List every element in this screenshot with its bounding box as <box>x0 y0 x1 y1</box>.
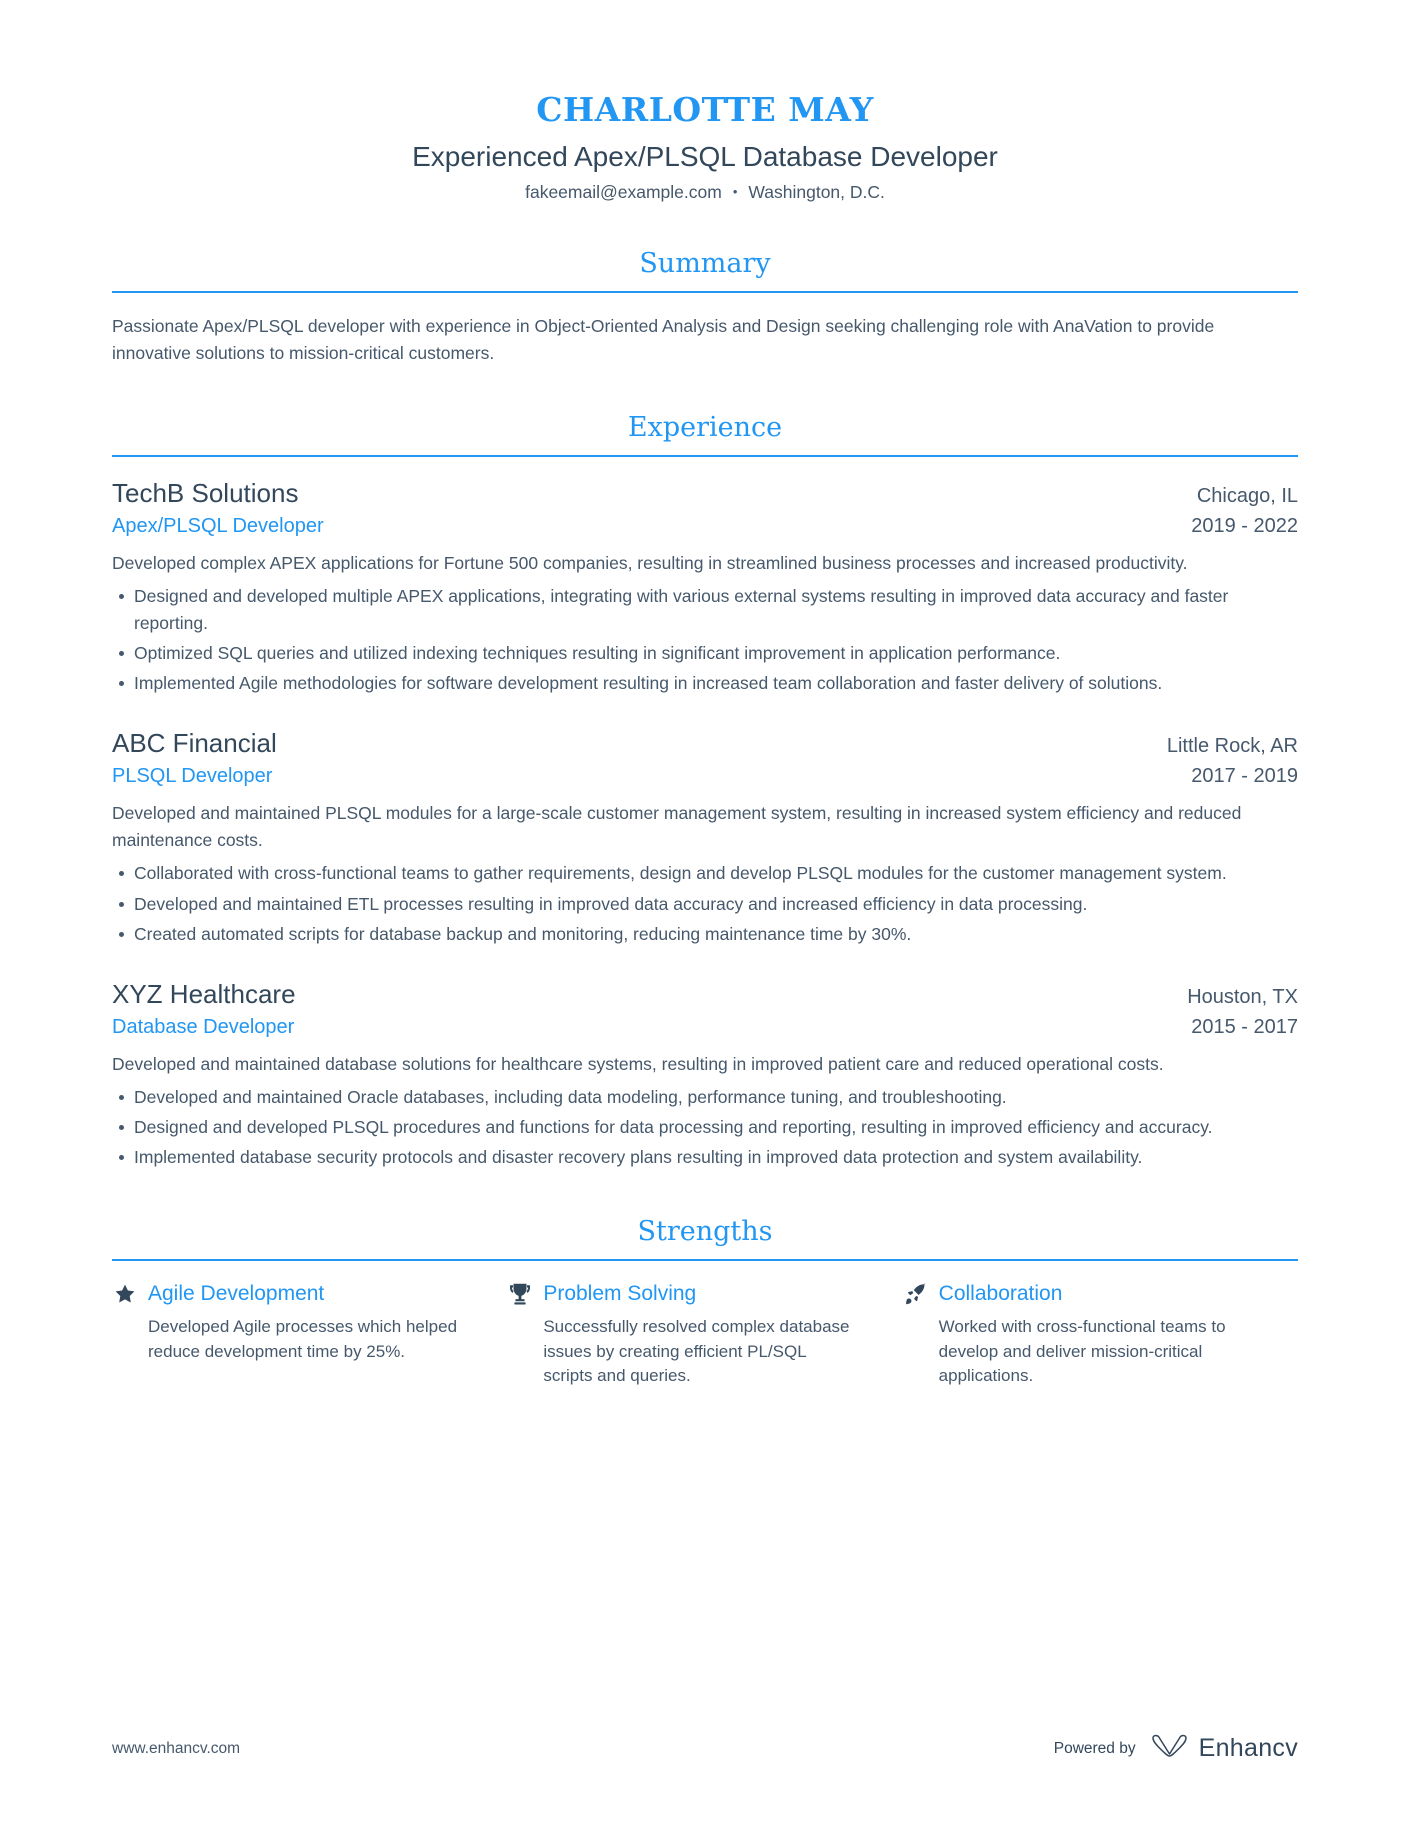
strength-header: Collaboration <box>903 1281 1250 1307</box>
experience-bullet: Implemented Agile methodologies for soft… <box>112 670 1298 697</box>
trophy-icon <box>507 1281 533 1307</box>
star-icon <box>112 1281 138 1307</box>
powered-by-label: Powered by <box>1053 1739 1136 1757</box>
section-title-experience: Experience <box>627 412 783 444</box>
experience-bullet: Implemented database security protocols … <box>112 1144 1298 1171</box>
strength-description: Developed Agile processes which helped r… <box>148 1317 458 1361</box>
experience-company: XYZ Healthcare <box>112 978 296 1009</box>
experience-description: Developed and maintained PLSQL modules f… <box>112 803 1242 851</box>
strength-item: Problem Solving Successfully resolved co… <box>507 1281 902 1389</box>
resume-sheet: CHARLOTTE MAY Experienced Apex/PLSQL Dat… <box>112 0 1298 1826</box>
experience-dates: 2019 - 2022 <box>1191 514 1298 537</box>
experience-bullet: Created automated scripts for database b… <box>112 921 1298 948</box>
experience-dates: 2015 - 2017 <box>1191 1015 1298 1038</box>
contact-email: fakeemail@example.com <box>525 182 722 203</box>
experience-company: ABC Financial <box>112 728 277 759</box>
section-experience: Experience TechB Solutions Chicago, IL A… <box>112 413 1298 1171</box>
experience-bullet: Developed and maintained ETL processes r… <box>112 891 1298 918</box>
contact-line: fakeemail@example.com • Washington, D.C. <box>112 182 1298 203</box>
candidate-name: CHARLOTTE MAY <box>536 90 874 129</box>
strength-header: Problem Solving <box>507 1281 854 1307</box>
experience-description: Developed and maintained database soluti… <box>112 1053 1164 1074</box>
strength-description: Worked with cross-functional teams to de… <box>938 1317 1226 1386</box>
experience-entry: TechB Solutions Chicago, IL Apex/PLSQL D… <box>112 477 1298 697</box>
contact-separator-icon: • <box>732 184 738 200</box>
section-title-strengths: Strengths <box>637 1216 773 1248</box>
enhancv-brand: Enhancv <box>1150 1733 1298 1764</box>
summary-text: Passionate Apex/PLSQL developer with exp… <box>112 315 1215 364</box>
experience-entry-top-row: XYZ Healthcare Houston, TX <box>112 978 1298 1012</box>
experience-entry-second-row: Apex/PLSQL Developer 2019 - 2022 <box>112 513 1298 539</box>
experience-entry-second-row: Database Developer 2015 - 2017 <box>112 1014 1298 1040</box>
experience-entry-top-row: TechB Solutions Chicago, IL <box>112 477 1298 511</box>
experience-bullet: Developed and maintained Oracle database… <box>112 1084 1298 1111</box>
strength-name: Collaboration <box>938 1281 1063 1305</box>
enhancv-logo-icon <box>1150 1733 1190 1764</box>
experience-location: Chicago, IL <box>1196 484 1298 507</box>
contact-location: Washington, D.C. <box>748 182 885 203</box>
experience-bullet: Designed and developed PLSQL procedures … <box>112 1114 1298 1141</box>
resume-page: CHARLOTTE MAY Experienced Apex/PLSQL Dat… <box>0 0 1410 1826</box>
page-footer: www.enhancv.com Powered by Enhancv <box>112 1733 1298 1764</box>
experience-entry-second-row: PLSQL Developer 2017 - 2019 <box>112 763 1298 789</box>
experience-bullet-list: Developed and maintained Oracle database… <box>112 1084 1298 1171</box>
resume-header: CHARLOTTE MAY Experienced Apex/PLSQL Dat… <box>112 0 1298 203</box>
experience-dates: 2017 - 2019 <box>1191 765 1298 788</box>
experience-location: Houston, TX <box>1187 985 1298 1008</box>
enhancv-brand-name: Enhancv <box>1198 1734 1298 1762</box>
section-strengths: Strengths Agile Development Developed Ag… <box>112 1217 1298 1389</box>
experience-description: Developed complex APEX applications for … <box>112 552 1188 573</box>
footer-url[interactable]: www.enhancv.com <box>112 1740 240 1758</box>
experience-entry-top-row: ABC Financial Little Rock, AR <box>112 727 1298 761</box>
strength-description: Successfully resolved complex database i… <box>543 1317 850 1386</box>
strengths-grid: Agile Development Developed Agile proces… <box>112 1281 1298 1389</box>
strength-header: Agile Development <box>112 1281 459 1307</box>
strengths-body: Agile Development Developed Agile proces… <box>112 1261 1298 1389</box>
footer-branding: Powered by Enhancv <box>1054 1733 1298 1764</box>
summary-body: Passionate Apex/PLSQL developer with exp… <box>112 293 1298 367</box>
experience-entry: ABC Financial Little Rock, AR PLSQL Deve… <box>112 727 1298 947</box>
rocket-icon <box>903 1281 929 1307</box>
candidate-headline: Experienced Apex/PLSQL Database Develope… <box>412 141 998 173</box>
experience-location: Little Rock, AR <box>1166 735 1298 758</box>
strength-name: Problem Solving <box>543 1281 697 1305</box>
experience-bullet-list: Designed and developed multiple APEX app… <box>112 583 1298 698</box>
strength-name: Agile Development <box>148 1281 325 1305</box>
experience-body: TechB Solutions Chicago, IL Apex/PLSQL D… <box>112 457 1298 1171</box>
experience-job-title: Apex/PLSQL Developer <box>112 514 324 537</box>
strength-item: Agile Development Developed Agile proces… <box>112 1281 507 1389</box>
experience-job-title: PLSQL Developer <box>112 765 273 788</box>
experience-bullet: Optimized SQL queries and utilized index… <box>112 640 1298 667</box>
experience-entry: XYZ Healthcare Houston, TX Database Deve… <box>112 978 1298 1171</box>
strength-item: Collaboration Worked with cross-function… <box>903 1281 1298 1389</box>
section-title-summary: Summary <box>639 248 771 280</box>
experience-job-title: Database Developer <box>112 1015 295 1038</box>
experience-company: TechB Solutions <box>112 477 299 508</box>
experience-bullet-list: Collaborated with cross-functional teams… <box>112 860 1298 947</box>
experience-bullet: Designed and developed multiple APEX app… <box>112 583 1298 637</box>
experience-bullet: Collaborated with cross-functional teams… <box>112 860 1298 887</box>
section-summary: Summary Passionate Apex/PLSQL developer … <box>112 249 1298 367</box>
